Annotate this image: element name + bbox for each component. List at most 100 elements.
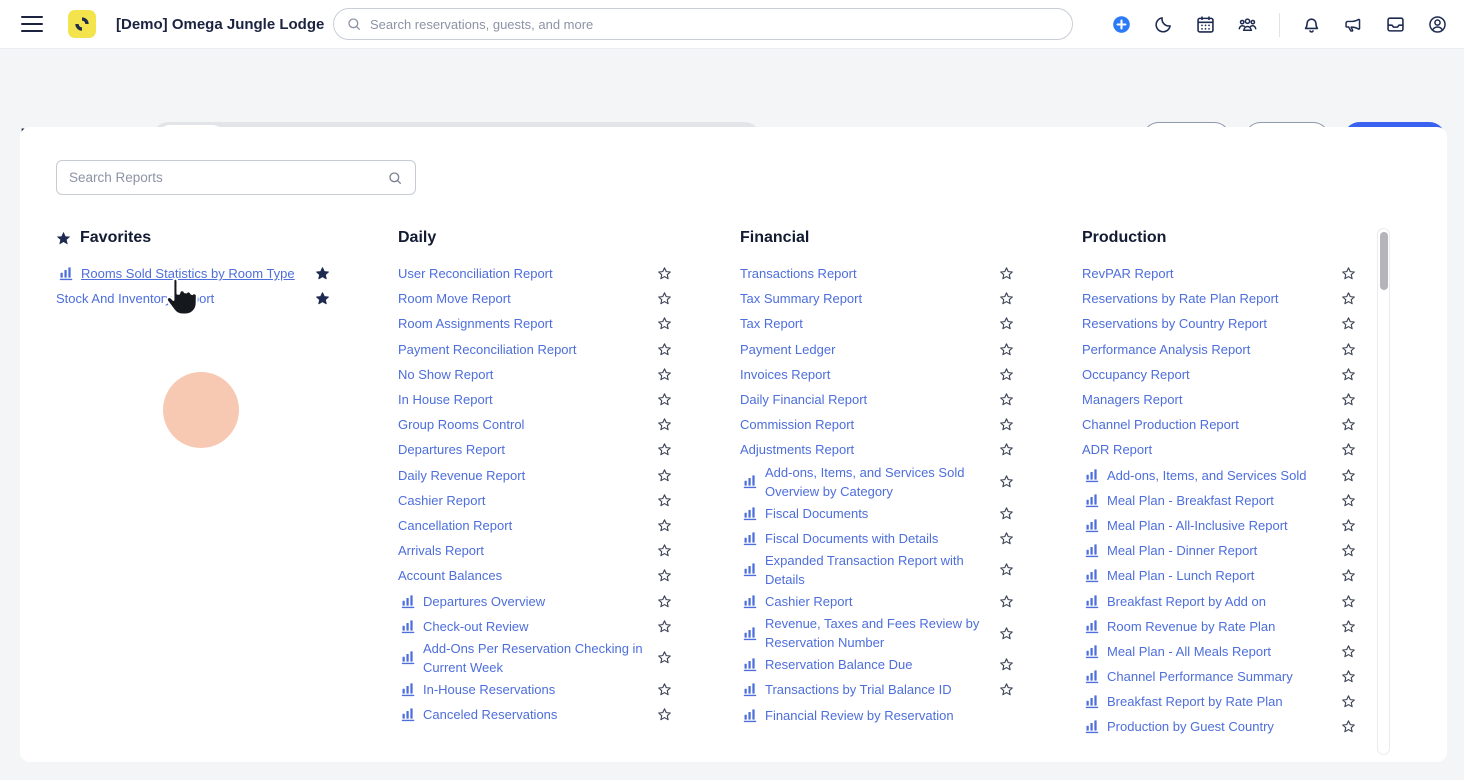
favorite-star-toggle[interactable] [657,392,672,407]
report-link[interactable]: Room Revenue by Rate Plan [1107,617,1275,636]
report-link[interactable]: Breakfast Report by Rate Plan [1107,692,1283,711]
report-link[interactable]: Reservations by Country Report [1082,314,1267,333]
report-link[interactable]: Reservation Balance Due [765,655,912,674]
report-link[interactable]: Revenue, Taxes and Fees Review by Reserv… [765,614,991,652]
favorite-star-toggle[interactable] [999,342,1014,357]
favorite-star-toggle[interactable] [1341,694,1356,709]
report-link[interactable]: Daily Financial Report [740,390,867,409]
report-link[interactable]: Cancellation Report [398,516,512,535]
favorite-star-toggle[interactable] [315,291,330,306]
report-link[interactable]: Check-out Review [423,617,529,636]
favorite-star-toggle[interactable] [1341,719,1356,734]
report-link[interactable]: Room Assignments Report [398,314,553,333]
favorite-star-toggle[interactable] [657,266,672,281]
report-link[interactable]: Daily Revenue Report [398,466,525,485]
favorite-star-toggle[interactable] [1341,342,1356,357]
favorite-star-toggle[interactable] [657,518,672,533]
report-link[interactable]: Channel Production Report [1082,415,1239,434]
calendar-icon[interactable] [1195,14,1216,35]
favorite-star-toggle[interactable] [999,367,1014,382]
report-link[interactable]: Add-Ons Per Reservation Checking in Curr… [423,639,649,677]
report-link[interactable]: Meal Plan - Breakfast Report [1107,491,1274,510]
report-link[interactable]: Departures Report [398,440,505,459]
favorite-star-toggle[interactable] [1341,619,1356,634]
report-link[interactable]: Tax Summary Report [740,289,862,308]
favorite-star-toggle[interactable] [657,417,672,432]
report-link[interactable]: Tax Report [740,314,803,333]
favorite-star-toggle[interactable] [999,316,1014,331]
dark-mode-moon-icon[interactable] [1153,14,1174,35]
panel-scrollbar-track[interactable] [1377,228,1390,755]
report-link[interactable]: Managers Report [1082,390,1182,409]
report-link[interactable]: Add-ons, Items, and Services Sold Overvi… [765,463,991,501]
favorite-star-toggle[interactable] [1341,417,1356,432]
report-link[interactable]: Cashier Report [398,491,485,510]
report-link[interactable]: Expanded Transaction Report with Details [765,551,991,589]
report-link[interactable]: RevPAR Report [1082,264,1174,283]
favorite-star-toggle[interactable] [657,568,672,583]
favorite-star-toggle[interactable] [1341,316,1356,331]
favorite-star-toggle[interactable] [999,266,1014,281]
favorite-star-toggle[interactable] [657,619,672,634]
report-link[interactable]: Fiscal Documents with Details [765,529,938,548]
favorite-star-toggle[interactable] [1341,266,1356,281]
favorite-star-toggle[interactable] [1341,669,1356,684]
report-link[interactable]: Meal Plan - Dinner Report [1107,541,1257,560]
report-link[interactable]: Payment Reconciliation Report [398,340,576,359]
favorite-star-toggle[interactable] [657,468,672,483]
global-search[interactable] [333,8,1073,40]
favorite-star-toggle[interactable] [999,392,1014,407]
report-link[interactable]: In-House Reservations [423,680,555,699]
user-groups-icon[interactable] [1237,14,1258,35]
report-link[interactable]: Financial Review by Reservation [765,706,954,725]
favorite-star-toggle[interactable] [1341,291,1356,306]
favorite-star-toggle[interactable] [999,417,1014,432]
report-link[interactable]: Account Balances [398,566,502,585]
favorite-star-toggle[interactable] [999,474,1014,489]
favorite-star-toggle[interactable] [999,531,1014,546]
favorite-star-toggle[interactable] [999,562,1014,577]
favorite-star-toggle[interactable] [999,682,1014,697]
report-link[interactable]: In House Report [398,390,493,409]
inbox-tray-icon[interactable] [1385,14,1406,35]
hamburger-menu-button[interactable] [21,16,43,32]
notifications-bell-icon[interactable] [1301,14,1322,35]
report-link[interactable]: Departures Overview [423,592,545,611]
favorite-star-toggle[interactable] [1341,493,1356,508]
favorite-star-toggle[interactable] [999,506,1014,521]
reports-search[interactable] [56,160,416,195]
favorite-star-toggle[interactable] [657,594,672,609]
global-search-input[interactable] [370,17,1060,32]
favorite-star-toggle[interactable] [657,342,672,357]
report-link[interactable]: Breakfast Report by Add on [1107,592,1266,611]
favorite-star-toggle[interactable] [657,316,672,331]
favorite-star-toggle[interactable] [999,626,1014,641]
report-link[interactable]: Stock And Inventory Report [56,289,214,308]
report-link[interactable]: Transactions by Trial Balance ID [765,680,952,699]
favorite-star-toggle[interactable] [657,543,672,558]
report-link[interactable]: Meal Plan - Lunch Report [1107,566,1254,585]
report-link[interactable]: Meal Plan - All-Inclusive Report [1107,516,1288,535]
favorite-star-toggle[interactable] [657,707,672,722]
report-link[interactable]: Rooms Sold Statistics by Room Type [81,264,295,283]
favorite-star-toggle[interactable] [1341,468,1356,483]
favorite-star-toggle[interactable] [999,594,1014,609]
favorite-star-toggle[interactable] [1341,518,1356,533]
report-link[interactable]: Meal Plan - All Meals Report [1107,642,1271,661]
report-link[interactable]: Commission Report [740,415,854,434]
report-link[interactable]: Cashier Report [765,592,852,611]
favorite-star-toggle[interactable] [999,657,1014,672]
favorite-star-toggle[interactable] [1341,543,1356,558]
quick-add-button[interactable] [1111,14,1132,35]
favorite-star-toggle[interactable] [999,291,1014,306]
panel-scrollbar-thumb[interactable] [1380,232,1388,290]
report-link[interactable]: Performance Analysis Report [1082,340,1250,359]
favorite-star-toggle[interactable] [1341,367,1356,382]
report-link[interactable]: Arrivals Report [398,541,484,560]
favorite-star-toggle[interactable] [657,442,672,457]
report-link[interactable]: Channel Performance Summary [1107,667,1293,686]
favorite-star-toggle[interactable] [999,442,1014,457]
report-link[interactable]: Room Move Report [398,289,511,308]
report-link[interactable]: Occupancy Report [1082,365,1190,384]
favorite-star-toggle[interactable] [1341,568,1356,583]
